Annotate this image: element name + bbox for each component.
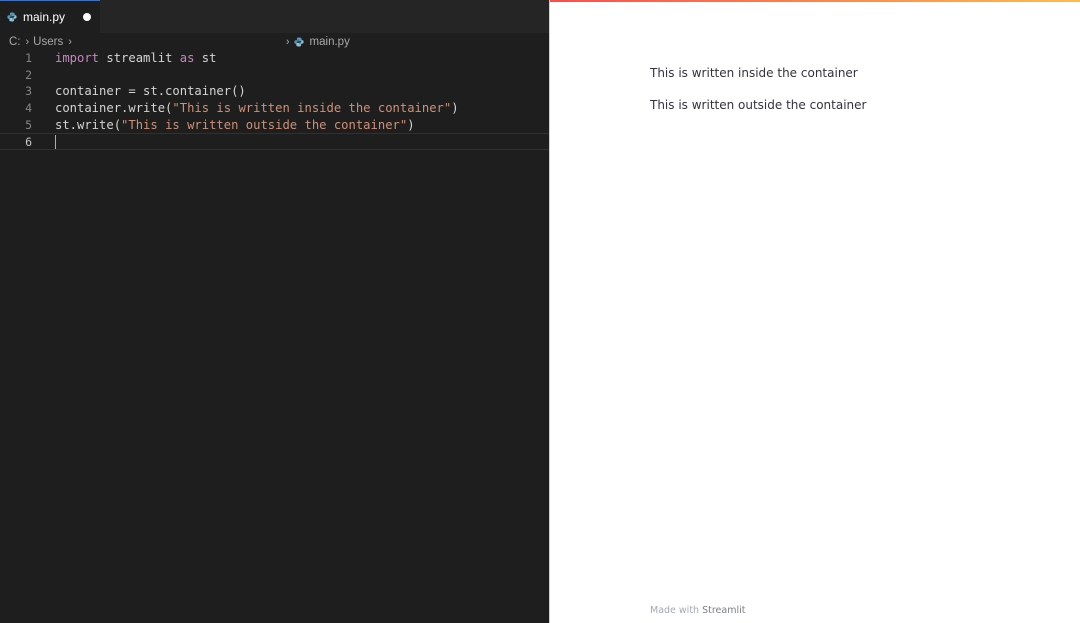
breadcrumb-folder-users[interactable]: Users: [33, 36, 63, 48]
code-line[interactable]: 1 import streamlit as st: [0, 50, 549, 67]
code-line[interactable]: 4 container.write("This is written inside…: [0, 100, 549, 117]
chevron-right-icon: ›: [25, 36, 30, 48]
line-number: 2: [25, 67, 32, 82]
code-token: container.write(: [55, 101, 173, 116]
line-number: 1: [25, 51, 32, 65]
python-file-icon: [7, 12, 17, 22]
outside-container-text: This is written outside the container: [650, 98, 867, 112]
code-line[interactable]: 3 container = st.container(): [0, 83, 549, 100]
string-token: "This is written inside the container": [172, 101, 452, 116]
code-line[interactable]: 2: [0, 67, 549, 84]
breadcrumb: C: › Users › › main.py: [0, 33, 549, 51]
made-with-streamlit-footer: Made with Streamlit: [650, 605, 745, 616]
footer-prefix: Made with: [650, 605, 703, 616]
code-token: ): [451, 101, 459, 116]
code-token: st: [194, 51, 217, 65]
chevron-right-icon: ›: [285, 36, 290, 48]
code-line[interactable]: 5 st.write("This is written outside the c…: [0, 117, 549, 134]
code-area[interactable]: 1 import streamlit as st 2 3 container = st.…: [0, 50, 549, 151]
tab-filename: main.py: [23, 10, 66, 24]
code-token: streamlit: [99, 51, 180, 65]
line-number: 5: [25, 117, 32, 132]
line-number: 4: [25, 101, 32, 116]
code-token: container = st.container(): [55, 84, 246, 99]
string-token: "This is written outside the container": [121, 117, 408, 132]
breadcrumb-file-label: main.py: [309, 36, 350, 48]
code-line[interactable]: 6: [0, 133, 549, 151]
streamlit-preview: This is written inside the container Thi…: [549, 0, 1080, 623]
code-text: container.write("This is written inside …: [55, 100, 459, 117]
line-number: 3: [25, 84, 32, 99]
chevron-right-icon: ›: [68, 36, 72, 48]
keyword-token: as: [179, 51, 195, 65]
unsaved-changes-dot-icon[interactable]: [83, 13, 91, 21]
code-text: import streamlit as st: [55, 50, 216, 67]
code-text: st.write("This is written outside the co…: [55, 117, 415, 134]
code-token: st.write(: [55, 117, 122, 132]
code-token: ): [407, 117, 415, 132]
inside-container-text: This is written inside the container: [650, 66, 858, 80]
code-text: container = st.container(): [55, 83, 246, 100]
streamlit-link[interactable]: Streamlit: [702, 605, 745, 616]
keyword-token: import: [55, 51, 100, 65]
code-editor: main.py C: › Users › › main.py 1 import s…: [0, 0, 549, 623]
text-cursor: [55, 135, 56, 150]
breadcrumb-drive[interactable]: C:: [9, 36, 21, 48]
tab-main-py[interactable]: main.py: [0, 0, 100, 33]
streamlit-decoration-bar: [550, 0, 1080, 2]
breadcrumb-file[interactable]: main.py: [293, 36, 350, 48]
python-file-icon: [293, 37, 304, 47]
line-number: 6: [25, 135, 32, 150]
editor-tab-bar: main.py: [0, 0, 549, 33]
